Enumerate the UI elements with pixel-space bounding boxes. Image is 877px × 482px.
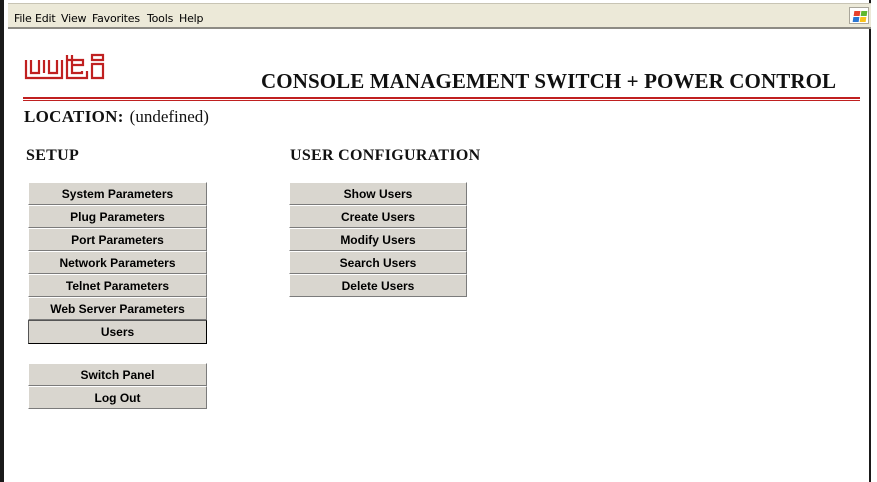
create-users-button[interactable]: Create Users <box>289 205 467 228</box>
panel-menu: Switch Panel Log Out <box>28 363 207 409</box>
setup-menu: System Parameters Plug Parameters Port P… <box>28 182 207 344</box>
window-edge <box>871 0 877 482</box>
menu-tools[interactable]: Tools <box>147 12 173 25</box>
menu-bar: File Edit View Favorites Tools Help <box>8 3 873 29</box>
web-server-parameters-button[interactable]: Web Server Parameters <box>28 297 207 320</box>
menu-help[interactable]: Help <box>179 12 203 25</box>
users-button[interactable]: Users <box>28 320 207 344</box>
show-users-button[interactable]: Show Users <box>289 182 467 205</box>
header-divider-thin <box>23 100 860 101</box>
menu-file[interactable]: File <box>14 12 32 25</box>
browser-window: File Edit View Favorites Tools Help CONS… <box>0 0 873 482</box>
switch-panel-button[interactable]: Switch Panel <box>28 363 207 386</box>
wti-logo <box>24 53 105 80</box>
menu-edit[interactable]: Edit <box>35 12 56 25</box>
menu-favorites[interactable]: Favorites <box>92 12 140 25</box>
location-label: LOCATION: <box>24 107 124 126</box>
delete-users-button[interactable]: Delete Users <box>289 274 467 297</box>
log-out-button[interactable]: Log Out <box>28 386 207 409</box>
telnet-parameters-button[interactable]: Telnet Parameters <box>28 274 207 297</box>
user-configuration-menu: Show Users Create Users Modify Users Sea… <box>289 182 467 297</box>
location-value: (undefined) <box>129 107 209 126</box>
port-parameters-button[interactable]: Port Parameters <box>28 228 207 251</box>
location-line: LOCATION: (undefined) <box>24 107 209 127</box>
setup-heading: SETUP <box>26 147 80 164</box>
search-users-button[interactable]: Search Users <box>289 251 467 274</box>
windows-flag-icon <box>849 7 869 24</box>
page-content: CONSOLE MANAGEMENT SWITCH + POWER CONTRO… <box>8 29 873 482</box>
modify-users-button[interactable]: Modify Users <box>289 228 467 251</box>
product-title: CONSOLE MANAGEMENT SWITCH + POWER CONTRO… <box>261 69 837 93</box>
system-parameters-button[interactable]: System Parameters <box>28 182 207 205</box>
network-parameters-button[interactable]: Network Parameters <box>28 251 207 274</box>
plug-parameters-button[interactable]: Plug Parameters <box>28 205 207 228</box>
header-divider <box>23 97 860 99</box>
user-configuration-heading: USER CONFIGURATION <box>290 147 481 164</box>
menu-view[interactable]: View <box>61 12 87 25</box>
